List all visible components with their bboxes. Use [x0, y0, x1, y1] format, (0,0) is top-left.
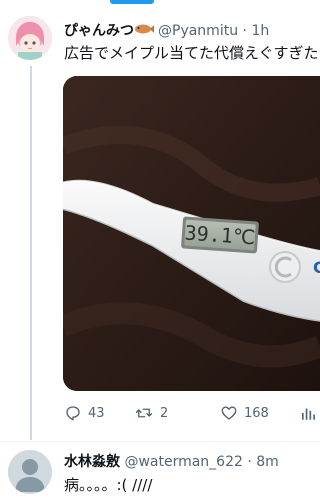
lcd-reading: 39.1℃: [184, 221, 256, 250]
retweet-count: 2: [160, 405, 169, 421]
reply-author-name[interactable]: 水林淼敫: [64, 454, 120, 470]
brand-fragment: C: [313, 258, 320, 277]
reply-author-handle[interactable]: @waterman_622: [124, 454, 242, 470]
views-button[interactable]: [300, 404, 316, 422]
tweet-image[interactable]: 39.1℃ C: [63, 76, 320, 391]
separator-dot: ·: [247, 454, 252, 470]
views-chart-icon: [302, 408, 315, 420]
reply-icon: [66, 406, 80, 421]
separator-dot: ·: [242, 23, 247, 39]
reply-button[interactable]: 43: [64, 404, 105, 422]
reply-timestamp[interactable]: 8m: [256, 454, 279, 470]
anime-avatar-icon: [8, 16, 52, 60]
reply-header: 水林淼敫 @waterman_622 · 8m: [64, 451, 279, 471]
avatar[interactable]: [8, 450, 52, 494]
thread-connector-line: [30, 66, 32, 440]
default-user-icon: [8, 450, 52, 494]
reply-count: 43: [88, 405, 105, 421]
taiyaki-icon: [134, 23, 154, 39]
tweet-text: 広告でメイプル当てた代償えぐすぎた: [64, 44, 319, 62]
thermometer-photo: 39.1℃ C: [63, 76, 320, 391]
like-button[interactable]: 168: [220, 404, 269, 422]
tweet-actions: 43 2 168: [64, 404, 320, 426]
like-count: 168: [244, 405, 269, 421]
retweet-button[interactable]: 2: [134, 404, 168, 422]
tweet-divider: [0, 441, 320, 442]
avatar[interactable]: [8, 16, 52, 60]
timestamp[interactable]: 1h: [251, 23, 269, 39]
tweet-header: ぴゃんみつ @Pyanmitu · 1h: [64, 20, 269, 40]
author-handle[interactable]: @Pyanmitu: [158, 23, 238, 39]
heart-icon: [221, 406, 237, 420]
author-name[interactable]: ぴゃんみつ: [64, 23, 134, 39]
retweet-icon: [135, 408, 153, 418]
reply-text: 病。。。。:( ////: [64, 476, 153, 494]
tab-indicator: [110, 0, 154, 4]
